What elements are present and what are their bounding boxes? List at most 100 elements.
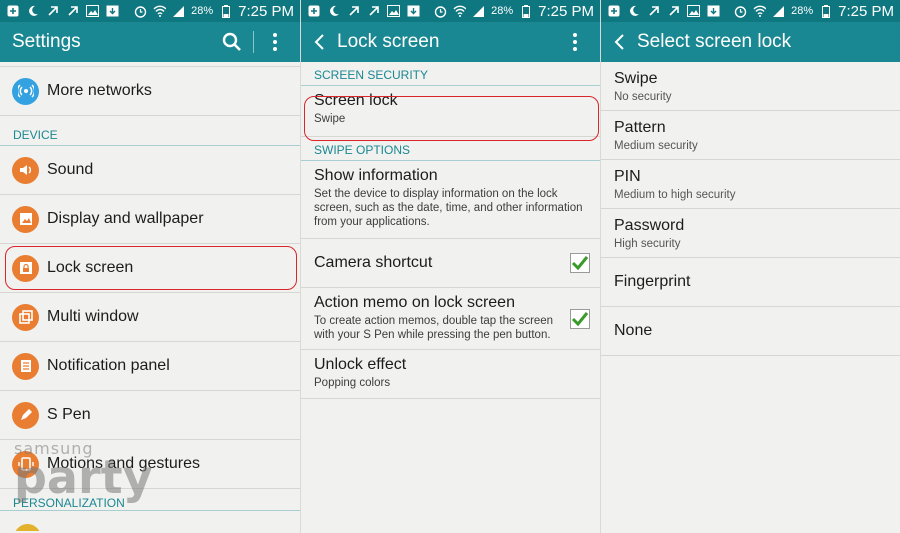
camera-shortcut-checkbox[interactable]: [570, 253, 590, 273]
settings-item-label: Display and wallpaper: [47, 210, 204, 227]
lock-option-password[interactable]: Password High security: [601, 209, 900, 258]
lock-option-security: Medium to high security: [614, 188, 736, 201]
sound-icon: [12, 156, 39, 184]
lock-option-swipe[interactable]: Swipe No security: [601, 62, 900, 111]
lock-option-security: High security: [614, 237, 681, 250]
cloud-download-icon: [707, 5, 720, 18]
lock-option-title: Password: [614, 216, 685, 234]
settings-item-label: Multi window: [47, 308, 139, 325]
lock-option-pin[interactable]: PIN Medium to high security: [601, 160, 900, 209]
settings-item-sound[interactable]: Sound: [0, 146, 300, 195]
moon-icon: [26, 5, 39, 18]
display-icon: [12, 205, 39, 233]
battery-percent: 28%: [191, 5, 214, 17]
arrow-icon: [347, 5, 360, 18]
camera-shortcut-item[interactable]: Camera shortcut: [301, 239, 600, 288]
action-memo-checkbox[interactable]: [570, 308, 590, 329]
alarm-icon: [134, 5, 147, 18]
lock-option-title: Pattern: [614, 118, 666, 136]
checkmark-icon: [571, 256, 589, 271]
unlock-effect-item[interactable]: Unlock effect Popping colors: [301, 350, 600, 399]
moon-icon: [627, 5, 640, 18]
show-information-item[interactable]: Show information Set the device to displ…: [301, 161, 600, 239]
search-icon[interactable]: [219, 29, 245, 55]
signal-icon: [472, 5, 485, 18]
clock: 7:25 PM: [838, 2, 894, 20]
moon-icon: [327, 5, 340, 18]
lock-option-title: None: [614, 322, 653, 339]
multi-window-icon: [12, 303, 39, 331]
settings-item-multi-window[interactable]: Multi window: [0, 293, 300, 342]
cloud-download-icon: [106, 5, 119, 18]
battery-icon: [519, 4, 532, 18]
back-chevron-icon[interactable]: [313, 33, 331, 51]
lock-option-pattern[interactable]: Pattern Medium security: [601, 111, 900, 160]
signal-icon: [772, 5, 785, 18]
show-information-desc: Set the device to display information on…: [314, 188, 583, 228]
page-title: Select screen lock: [637, 31, 792, 52]
arrow-icon: [46, 5, 59, 18]
wifi-icon: [153, 5, 167, 18]
lock-option-title: Swipe: [614, 69, 658, 87]
image-icon: [687, 5, 700, 18]
settings-item-label: Notification panel: [47, 357, 170, 374]
action-memo-title: Action memo on lock screen: [314, 294, 515, 311]
lock-option-title: PIN: [614, 167, 641, 185]
battery-icon: [219, 4, 232, 18]
battery-icon: [819, 4, 832, 18]
motions-icon: [12, 450, 39, 478]
camera-shortcut-title: Camera shortcut: [314, 254, 433, 271]
unlock-effect-value: Popping colors: [314, 377, 391, 389]
settings-item-display-and-wallpaper[interactable]: Display and wallpaper: [0, 195, 300, 244]
clock: 7:25 PM: [238, 2, 294, 20]
section-header-screen-security: SCREEN SECURITY: [301, 62, 600, 86]
unlock-effect-title: Unlock effect: [314, 356, 407, 373]
overflow-menu-icon[interactable]: [562, 29, 588, 55]
lock-option-fingerprint[interactable]: Fingerprint: [601, 258, 900, 307]
page-title: Settings: [12, 31, 81, 52]
s-pen-icon: [12, 401, 39, 429]
lock-option-security: No security: [614, 90, 672, 103]
settings-item-label: S Pen: [47, 406, 91, 423]
settings-item-s-pen[interactable]: S Pen: [0, 391, 300, 440]
alarm-icon: [734, 5, 747, 18]
partial-row-icon: [14, 518, 40, 531]
lock-screen-action-bar: Lock screen: [301, 22, 600, 62]
battery-percent: 28%: [791, 5, 814, 17]
wifi-icon: [753, 5, 767, 18]
screen-lock-highlight: [304, 96, 599, 141]
settings-panel: 28% 7:25 PM Settings More networks DEVIC…: [0, 0, 300, 533]
add-box-icon: [6, 5, 19, 18]
clock: 7:25 PM: [538, 2, 594, 20]
lock-option-security: Medium security: [614, 139, 698, 152]
image-icon: [387, 5, 400, 18]
status-bar: 28% 7:25 PM: [301, 0, 600, 22]
battery-percent: 28%: [491, 5, 514, 17]
settings-item-notification-panel[interactable]: Notification panel: [0, 342, 300, 391]
cloud-download-icon: [407, 5, 420, 18]
notification-panel-icon: [12, 352, 39, 380]
lock-option-none[interactable]: None: [601, 307, 900, 356]
select-screen-lock-panel: 28% 7:25 PM Select screen lock Swipe No …: [600, 0, 900, 533]
action-memo-item[interactable]: Action memo on lock screen To create act…: [301, 288, 600, 350]
more-networks-icon: [12, 77, 39, 105]
add-box-icon: [607, 5, 620, 18]
settings-action-bar: Settings: [0, 22, 300, 62]
wifi-icon: [453, 5, 467, 18]
checkmark-icon: [571, 311, 589, 326]
select-lock-action-bar: Select screen lock: [601, 22, 900, 62]
page-title: Lock screen: [337, 31, 440, 52]
action-memo-desc: To create action memos, double tap the s…: [314, 315, 554, 341]
arrow-icon: [66, 5, 79, 18]
overflow-menu-icon[interactable]: [262, 29, 288, 55]
back-chevron-icon[interactable]: [613, 33, 631, 51]
signal-icon: [172, 5, 185, 18]
lock-screen-panel: 28% 7:25 PM Lock screen SCREEN SECURITY …: [300, 0, 600, 533]
settings-item-label: More networks: [47, 82, 152, 99]
settings-item-more-networks[interactable]: More networks: [0, 67, 300, 116]
settings-item-motions-and-gestures[interactable]: Motions and gestures: [0, 440, 300, 489]
settings-item-label: Sound: [47, 161, 94, 178]
arrow-icon: [367, 5, 380, 18]
section-header-device: DEVICE: [0, 116, 300, 146]
settings-item-label: Motions and gestures: [47, 455, 200, 472]
